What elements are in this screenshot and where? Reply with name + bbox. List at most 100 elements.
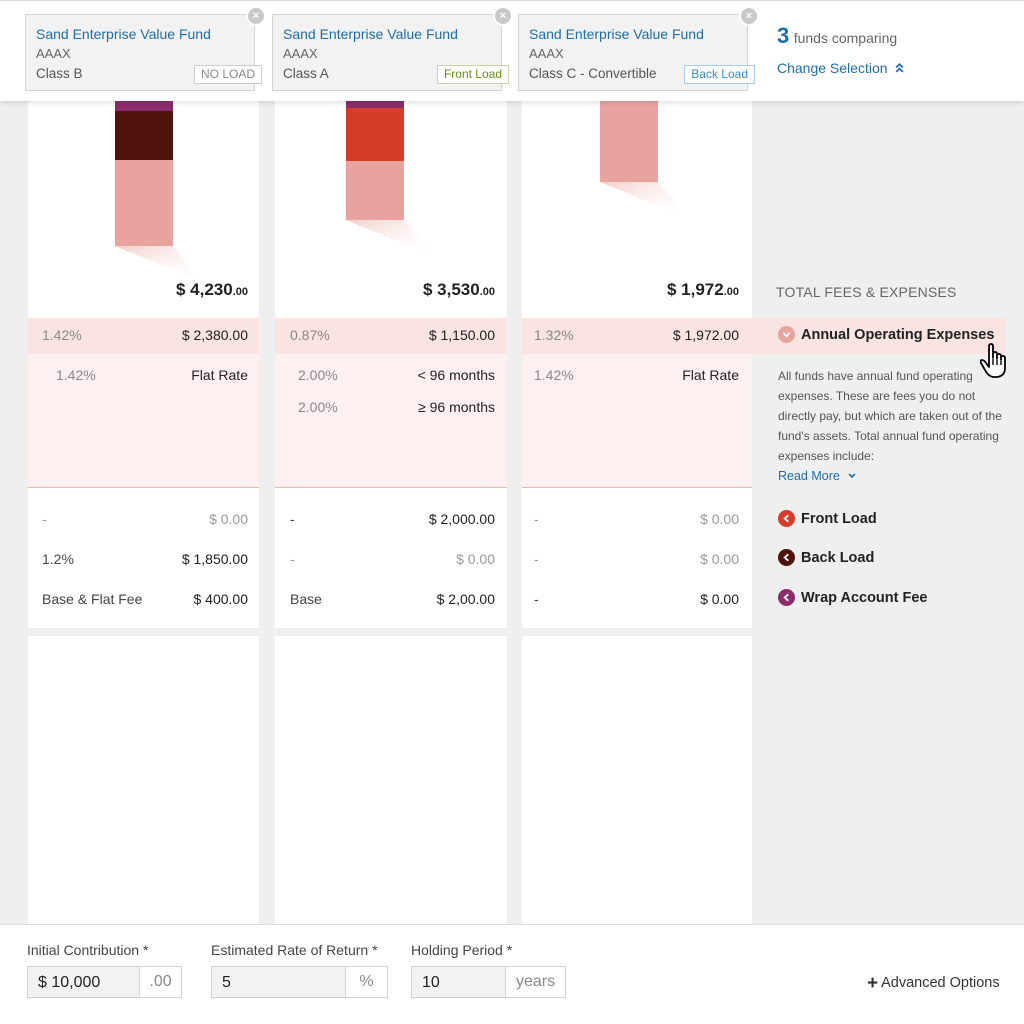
aoe-amount-2: $ 1,150.00 xyxy=(428,327,495,343)
front-load-amount-1: $ 0.00 xyxy=(209,511,248,527)
section-title: TOTAL FEES & EXPENSES xyxy=(776,284,957,300)
compare-count: 3 funds comparing xyxy=(777,23,897,49)
front-load-pct-2: - xyxy=(290,511,295,527)
bar-3-shadow xyxy=(600,182,688,218)
back-load-amount-2: $ 0.00 xyxy=(456,551,495,567)
holding-period-field[interactable]: years xyxy=(411,966,566,998)
fund-ticker: AAAX xyxy=(529,46,564,61)
legend-wrap-fee[interactable]: Wrap Account Fee xyxy=(778,589,928,606)
total-fees-1: $ 4,230.00 xyxy=(175,280,248,299)
bar-1-wrap-fee xyxy=(115,100,173,111)
detail-pct-3a: 1.42% xyxy=(534,367,574,383)
bar-2-shadow xyxy=(346,220,434,256)
back-load-pct-2: - xyxy=(290,551,295,567)
front-load-pct-1: - xyxy=(42,511,47,527)
detail-label-2b: ≥ 96 months xyxy=(418,399,495,415)
back-load-amount-3: $ 0.00 xyxy=(700,551,739,567)
initial-contribution-label: Initial Contribution * xyxy=(27,942,149,958)
detail-pct-2b: 2.00% xyxy=(298,399,338,415)
legend-back-load-label: Back Load xyxy=(801,549,875,566)
front-load-pct-3: - xyxy=(534,511,539,527)
fund-class: Class B xyxy=(36,66,83,81)
legend-wrap-fee-label: Wrap Account Fee xyxy=(801,589,928,606)
load-badge: Front Load xyxy=(436,65,509,84)
fund-selection-header: Sand Enterprise Value Fund AAAX Class B … xyxy=(0,0,1024,101)
aoe-amount-3: $ 1,972.00 xyxy=(672,327,739,343)
bar-1-annual-operating xyxy=(115,160,173,246)
close-icon[interactable]: × xyxy=(493,6,513,26)
bar-2-wrap-fee xyxy=(346,100,404,108)
detail-pct-1a: 1.42% xyxy=(56,367,96,383)
advanced-options-label: Advanced Options xyxy=(881,975,1000,991)
aoe-pct-2: 0.87% xyxy=(290,327,330,343)
read-more-link[interactable]: Read More xyxy=(778,469,857,483)
load-badge: Back Load xyxy=(684,65,755,84)
wrap-fee-amount-3: $ 0.00 xyxy=(700,591,739,607)
double-chevron-up-icon xyxy=(895,62,904,73)
total-fees-2: $ 3,530.00 xyxy=(422,280,495,299)
fund-card-1[interactable]: Sand Enterprise Value Fund AAAX Class B … xyxy=(25,6,266,91)
detail-label-3a: Flat Rate xyxy=(682,367,739,383)
compare-count-number: 3 xyxy=(777,23,790,48)
legend-front-load[interactable]: Front Load xyxy=(778,510,877,527)
aoe-amount-1: $ 2,380.00 xyxy=(181,327,248,343)
legend-front-load-label: Front Load xyxy=(801,510,877,527)
rate-of-return-label: Estimated Rate of Return * xyxy=(211,942,378,958)
rate-of-return-suffix: % xyxy=(345,967,387,997)
detail-label-1a: Flat Rate xyxy=(191,367,248,383)
wrap-fee-label-3: - xyxy=(534,591,539,607)
holding-period-label: Holding Period * xyxy=(411,942,513,958)
aoe-pct-1: 1.42% xyxy=(42,327,82,343)
fund-column-3-lower xyxy=(522,636,752,926)
fund-ticker: AAAX xyxy=(36,46,71,61)
fund-name[interactable]: Sand Enterprise Value Fund xyxy=(283,26,458,42)
bar-3-annual-operating xyxy=(600,100,658,182)
chevron-down-icon xyxy=(848,473,856,479)
close-icon[interactable]: × xyxy=(739,6,759,26)
front-load-amount-2: $ 2,000.00 xyxy=(428,511,495,527)
aoe-pct-3: 1.32% xyxy=(534,327,574,343)
rate-of-return-input[interactable] xyxy=(222,974,342,992)
fund-name[interactable]: Sand Enterprise Value Fund xyxy=(36,26,211,42)
legend-annual-operating-label: Annual Operating Expenses xyxy=(801,326,995,343)
wrap-fee-amount-1: $ 400.00 xyxy=(193,591,249,607)
aoe-description: All funds have annual fund operating exp… xyxy=(778,369,1002,463)
holding-period-suffix: years xyxy=(505,967,565,997)
fund-card-3[interactable]: Sand Enterprise Value Fund AAAX Class C … xyxy=(518,6,759,91)
fund-class: Class A xyxy=(283,66,329,81)
initial-contribution-suffix: .00 xyxy=(139,967,181,997)
initial-contribution-field[interactable]: .00 xyxy=(27,966,182,998)
fund-name[interactable]: Sand Enterprise Value Fund xyxy=(529,26,704,42)
bar-1-back-load xyxy=(115,111,173,160)
fund-card-2[interactable]: Sand Enterprise Value Fund AAAX Class A … xyxy=(272,6,513,91)
front-load-amount-3: $ 0.00 xyxy=(700,511,739,527)
detail-pct-2a: 2.00% xyxy=(298,367,338,383)
bar-2-front-load xyxy=(346,108,404,161)
legend-back-load[interactable]: Back Load xyxy=(778,549,874,566)
change-selection-link[interactable]: Change Selection xyxy=(777,60,905,76)
rate-of-return-field[interactable]: % xyxy=(211,966,388,998)
hand-cursor-icon xyxy=(979,343,1006,378)
back-load-amount-1: $ 1,850.00 xyxy=(181,551,248,567)
plus-icon: + xyxy=(867,973,879,994)
holding-period-input[interactable] xyxy=(422,974,502,992)
fund-column-1-lower xyxy=(28,636,259,926)
wrap-fee-label-2: Base xyxy=(290,591,322,607)
back-load-pct-1: 1.2% xyxy=(42,551,74,567)
wrap-fee-amount-2: $ 2,00.00 xyxy=(436,591,495,607)
chevron-left-icon xyxy=(778,549,795,566)
advanced-options-button[interactable]: + Advanced Options xyxy=(867,973,1000,995)
wrap-fee-label-1: Base & Flat Fee xyxy=(42,591,143,607)
chevron-left-icon xyxy=(778,589,795,606)
change-selection-label: Change Selection xyxy=(777,60,888,76)
chevron-left-icon xyxy=(778,510,795,527)
close-icon[interactable]: × xyxy=(246,6,266,26)
back-load-pct-3: - xyxy=(534,551,539,567)
detail-label-2a: < 96 months xyxy=(417,367,495,383)
bar-2-annual-operating xyxy=(346,161,404,220)
read-more-label: Read More xyxy=(778,469,840,483)
legend-annual-operating[interactable]: Annual Operating Expenses xyxy=(778,326,994,343)
fund-ticker: AAAX xyxy=(283,46,318,61)
initial-contribution-input[interactable] xyxy=(38,974,133,992)
fund-class: Class C - Convertible xyxy=(529,66,657,81)
